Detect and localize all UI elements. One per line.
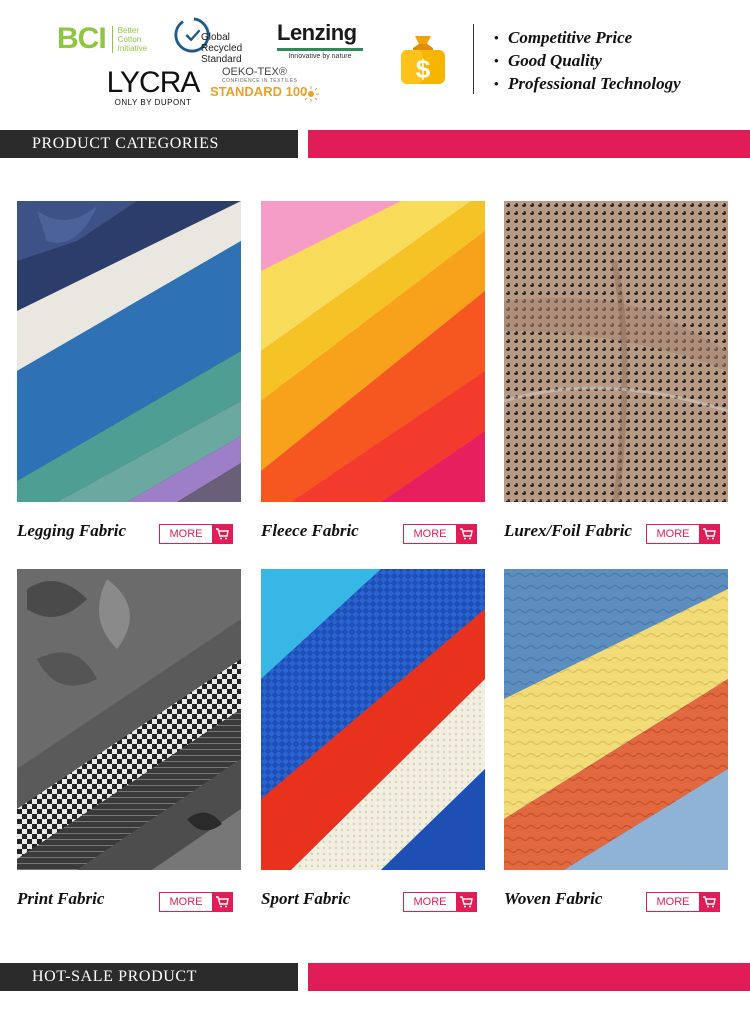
- section-title: PRODUCT CATEGORIES: [32, 135, 219, 152]
- more-button[interactable]: MORE: [646, 892, 720, 912]
- sport-fabric-image[interactable]: [261, 569, 485, 870]
- fleece-fabric-image[interactable]: [261, 201, 485, 502]
- grs-logo: Global Recycled Standard: [173, 14, 273, 65]
- lurex-foil-fabric-image[interactable]: [504, 201, 728, 502]
- category-caption: Fleece Fabric MORE: [261, 521, 485, 544]
- section-title: HOT-SALE PRODUCT: [32, 968, 198, 985]
- product-categories-bar: PRODUCT CATEGORIES: [0, 130, 750, 158]
- category-name[interactable]: Woven Fabric: [504, 889, 602, 909]
- more-button[interactable]: MORE: [403, 524, 477, 544]
- category-caption: Print Fabric MORE: [17, 889, 241, 912]
- category-name[interactable]: Fleece Fabric: [261, 521, 359, 541]
- cart-icon: [212, 893, 232, 911]
- oeko-tex-logo: OEKO-TEX® CONFIDENCE IN TEXTILES STANDAR…: [210, 66, 325, 110]
- lycra-name: LYCRA: [106, 66, 201, 99]
- more-label: MORE: [656, 896, 690, 908]
- woven-fabric-image[interactable]: [504, 569, 728, 870]
- cart-icon: [699, 525, 719, 543]
- lenzing-underline: [277, 48, 363, 51]
- cart-icon: [699, 893, 719, 911]
- category-name[interactable]: Legging Fabric: [17, 521, 126, 541]
- slogan-item: • Good Quality: [494, 51, 602, 70]
- more-button[interactable]: MORE: [646, 524, 720, 544]
- bci-text: Better Cotton Initiative: [111, 25, 147, 53]
- more-button[interactable]: MORE: [159, 892, 233, 912]
- category-card-lurex-foil[interactable]: Lurex/Foil Fabric MORE: [504, 201, 728, 544]
- lenzing-name: Lenzing: [277, 20, 357, 45]
- header-divider: [473, 24, 474, 94]
- print-fabric-image[interactable]: [17, 569, 241, 870]
- oeko-top: OEKO-TEX®: [222, 66, 287, 78]
- hot-sale-product-bar: HOT-SALE PRODUCT: [0, 963, 750, 991]
- dollar-bag-icon: $: [397, 32, 449, 88]
- category-caption: Lurex/Foil Fabric MORE: [504, 521, 728, 544]
- lycra-logo: LYCRA ONLY BY DUPONT: [103, 68, 203, 112]
- category-caption: Sport Fabric MORE: [261, 889, 485, 912]
- category-name[interactable]: Sport Fabric: [261, 889, 350, 909]
- oeko-sun-icon: [303, 86, 319, 102]
- more-label: MORE: [413, 528, 447, 540]
- more-label: MORE: [413, 896, 447, 908]
- slogan-item: • Competitive Price: [494, 28, 633, 47]
- lenzing-tagline: Innovative by nature: [288, 53, 352, 60]
- category-caption: Legging Fabric MORE: [17, 521, 241, 544]
- more-label: MORE: [169, 896, 203, 908]
- category-name[interactable]: Lurex/Foil Fabric: [504, 521, 632, 541]
- lycra-sub: ONLY BY DUPONT: [114, 98, 192, 107]
- category-card-fleece[interactable]: Fleece Fabric MORE: [261, 201, 485, 544]
- bci-logo: BCI Better Cotton Initiative: [57, 22, 147, 56]
- category-caption: Woven Fabric MORE: [504, 889, 728, 912]
- category-card-woven[interactable]: Woven Fabric MORE: [504, 569, 728, 912]
- more-label: MORE: [169, 528, 203, 540]
- lenzing-logo: Lenzing Innovative by nature: [277, 20, 367, 64]
- more-button[interactable]: MORE: [159, 524, 233, 544]
- category-card-sport[interactable]: Sport Fabric MORE: [261, 569, 485, 912]
- cart-icon: [456, 525, 476, 543]
- more-label: MORE: [656, 528, 690, 540]
- category-card-legging[interactable]: Legging Fabric MORE: [17, 201, 241, 544]
- more-button[interactable]: MORE: [403, 892, 477, 912]
- legging-fabric-image[interactable]: [17, 201, 241, 502]
- svg-text:$: $: [416, 54, 431, 84]
- category-card-print[interactable]: Print Fabric MORE: [17, 569, 241, 912]
- slogan-item: • Professional Technology: [494, 74, 681, 93]
- cart-icon: [456, 893, 476, 911]
- cart-icon: [212, 525, 232, 543]
- bci-mark: BCI: [57, 22, 107, 55]
- slogan-list: • Competitive Price • Good Quality • Profes…: [494, 26, 681, 95]
- category-name[interactable]: Print Fabric: [17, 889, 104, 909]
- grs-text: Global Recycled Standard: [201, 32, 243, 65]
